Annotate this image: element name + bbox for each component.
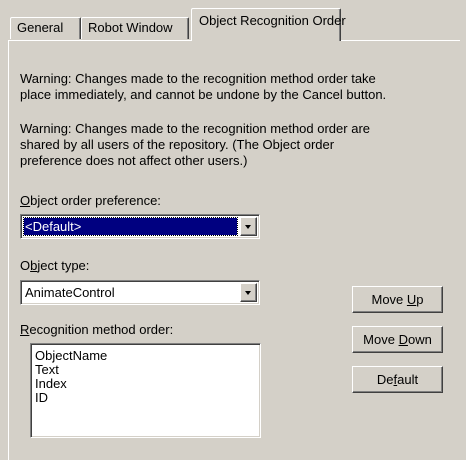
- object-order-preference-access-key: O: [20, 193, 31, 208]
- move-down-label-end: own: [407, 332, 432, 347]
- tab-robot-window-label: Robot Window: [88, 20, 173, 35]
- list-item[interactable]: ID: [35, 391, 260, 405]
- move-down-access-key: D: [398, 332, 408, 347]
- object-type-label: Object type:: [20, 258, 89, 274]
- warning-2-line-3: preference does not affect other users.): [20, 153, 248, 168]
- default-label-end: ault: [397, 372, 419, 387]
- object-type-label-text: ject type:: [37, 258, 90, 273]
- recognition-method-order-access-key: R: [20, 322, 30, 337]
- warning-1-line-1: Warning: Changes made to the recognition…: [20, 71, 376, 86]
- move-up-label-end: p: [416, 292, 424, 307]
- object-order-preference-label: Object order preference:: [20, 193, 161, 209]
- move-up-access-key: U: [406, 292, 417, 307]
- object-type-value: AnimateControl: [25, 285, 115, 300]
- tab-object-recognition-order[interactable]: Object Recognition Order: [191, 8, 346, 41]
- tab-robot-window[interactable]: Robot Window: [81, 17, 189, 39]
- object-order-preference-label-text: bject order preference:: [30, 193, 161, 208]
- tab-general[interactable]: General: [10, 17, 81, 39]
- list-item[interactable]: Index: [35, 377, 260, 391]
- object-type-label-prefix: O: [20, 258, 31, 273]
- recognition-method-order-label-text: ecognition method order:: [29, 322, 174, 337]
- object-order-preference-dropdown[interactable]: <Default>: [20, 214, 260, 239]
- chevron-down-icon[interactable]: [240, 217, 257, 236]
- warning-1-line-2: place immediately, and cannot be undone …: [20, 87, 387, 102]
- warning-2-line-1: Warning: Changes made to the recognition…: [20, 121, 370, 136]
- warning-2-line-2: shared by all users of the repository. (…: [20, 137, 335, 152]
- move-up-button[interactable]: Move Up: [352, 286, 443, 313]
- move-down-button[interactable]: Move Down: [352, 326, 443, 353]
- chevron-down-icon[interactable]: [240, 283, 257, 302]
- default-button[interactable]: Default: [352, 366, 443, 393]
- object-order-preference-value: <Default>: [23, 217, 238, 236]
- move-up-label: Move: [371, 292, 407, 307]
- default-label: De: [376, 372, 394, 387]
- move-down-label: Move: [363, 332, 399, 347]
- list-item[interactable]: ObjectName: [35, 349, 260, 363]
- tab-object-recognition-order-label: Object Recognition Order: [199, 13, 346, 28]
- list-item[interactable]: Text: [35, 363, 260, 377]
- recognition-method-order-label: Recognition method order:: [20, 322, 173, 338]
- recognition-method-list[interactable]: ObjectName Text Index ID: [30, 343, 261, 438]
- tab-general-label: General: [17, 20, 64, 35]
- object-type-dropdown[interactable]: AnimateControl: [20, 280, 260, 305]
